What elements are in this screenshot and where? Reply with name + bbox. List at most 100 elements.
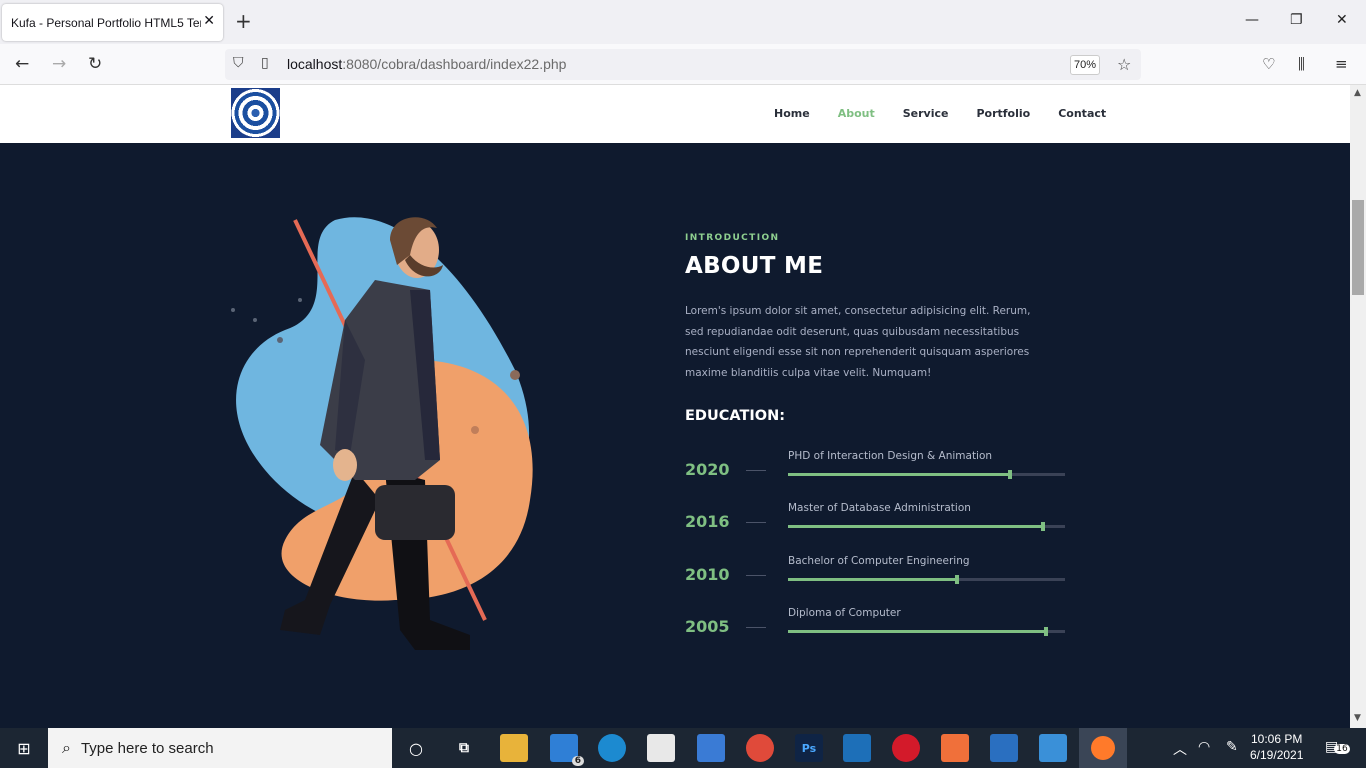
back-icon[interactable]: ←: [15, 55, 29, 73]
education-progress-track: [788, 575, 1065, 584]
education-progress-knob: [954, 575, 959, 584]
cortana-icon[interactable]: ○: [402, 734, 430, 762]
wifi-icon[interactable]: ◠: [1198, 739, 1210, 755]
education-progress-knob: [1040, 522, 1045, 531]
pocket-icon[interactable]: ♡: [1262, 55, 1275, 73]
scroll-thumb[interactable]: [1352, 200, 1364, 295]
particle: [510, 370, 520, 380]
browser-nav-bar: ← → ↻ ⛉ ▯ localhost:8080/cobra/dashboard…: [0, 44, 1366, 85]
man-hand: [333, 449, 357, 481]
education-progress-fill: [788, 473, 1010, 476]
particle: [231, 308, 235, 312]
menu-home[interactable]: Home: [774, 107, 810, 120]
education-progress-track: [788, 627, 1065, 636]
clock[interactable]: 10:06 PM 6/19/2021: [1250, 731, 1303, 763]
education-dash: [746, 522, 766, 523]
chrome-icon[interactable]: [746, 734, 774, 762]
about-description: Lorem's ipsum dolor sit amet, consectetu…: [685, 305, 1031, 379]
scroll-up-icon[interactable]: ▲: [1354, 88, 1361, 98]
store-icon[interactable]: [647, 734, 675, 762]
page-icon[interactable]: ▯: [261, 55, 269, 71]
shield-icon[interactable]: ⛉: [233, 55, 244, 71]
logo[interactable]: [231, 88, 280, 138]
scroll-down-icon[interactable]: ▼: [1354, 713, 1361, 723]
education-item: 2016 Master of Database Administration: [685, 502, 1065, 542]
restore-icon[interactable]: ❐: [1290, 12, 1303, 28]
menu-about[interactable]: About: [838, 107, 875, 120]
photoshop-icon[interactable]: Ps: [795, 734, 823, 762]
education-progress-fill: [788, 578, 957, 581]
app-icon[interactable]: [697, 734, 725, 762]
browser-tab-bar: Kufa - Personal Portfolio HTML5 Template…: [0, 0, 1366, 44]
bookmark-star-icon[interactable]: ☆: [1117, 55, 1131, 74]
windows-start-icon[interactable]: ⊞: [0, 728, 48, 768]
education-dash: [746, 575, 766, 576]
page-scrollbar[interactable]: ▲ ▼: [1350, 85, 1366, 728]
vscode-icon[interactable]: [843, 734, 871, 762]
taskbar-search[interactable]: ⌕ Type here to search: [48, 728, 392, 768]
education-progress-fill: [788, 630, 1046, 633]
notification-count: 16: [1334, 744, 1350, 754]
zoom-level[interactable]: 70%: [1070, 55, 1100, 75]
close-window-icon[interactable]: ✕: [1336, 12, 1348, 28]
education-dash: [746, 470, 766, 471]
education-item: 2010 Bachelor of Computer Engineering: [685, 555, 1065, 595]
library-icon[interactable]: ⫼: [1298, 55, 1305, 73]
forward-icon[interactable]: →: [52, 55, 66, 73]
file-explorer-icon[interactable]: [500, 734, 528, 762]
education-degree: Master of Database Administration: [788, 502, 971, 514]
reload-icon[interactable]: ↻: [88, 55, 102, 73]
particle: [471, 426, 479, 434]
search-icon: ⌕: [62, 738, 71, 757]
minimize-icon[interactable]: —: [1245, 12, 1259, 28]
briefcase: [375, 485, 455, 540]
pen-icon[interactable]: ✎: [1226, 739, 1238, 755]
education-year: 2005: [685, 617, 730, 636]
education-degree: PHD of Interaction Design & Animation: [788, 450, 993, 462]
education-degree: Bachelor of Computer Engineering: [788, 555, 970, 567]
windows-taskbar: ⊞ ⌕ Type here to search ○ ⧉ 6 Ps ︿ ◠ ✎ 1…: [0, 728, 1366, 768]
education-item: 2005 Diploma of Computer: [685, 607, 1065, 647]
video-editor-icon[interactable]: [990, 734, 1018, 762]
browser-tab[interactable]: Kufa - Personal Portfolio HTML5 Template…: [2, 4, 223, 41]
particle: [253, 318, 257, 322]
education-year: 2010: [685, 565, 730, 584]
menu-service[interactable]: Service: [903, 107, 949, 120]
education-progress-knob: [1007, 470, 1012, 479]
clock-time: 10:06 PM: [1251, 732, 1303, 746]
tray-chevron-icon[interactable]: ︿: [1173, 739, 1187, 759]
education-year: 2016: [685, 512, 730, 531]
walking-man-illustration: [231, 217, 533, 650]
menu-icon[interactable]: ≡: [1335, 55, 1348, 73]
url-bar[interactable]: ⛉ ▯ localhost:8080/cobra/dashboard/index…: [225, 49, 1141, 80]
url-text[interactable]: localhost:8080/cobra/dashboard/index22.p…: [287, 56, 566, 72]
education-progress-fill: [788, 525, 1043, 528]
close-tab-icon[interactable]: ✕: [203, 13, 215, 29]
site-header: Home About Service Portfolio Contact: [0, 85, 1350, 143]
education-degree: Diploma of Computer: [788, 607, 901, 619]
menu-contact[interactable]: Contact: [1058, 107, 1106, 120]
education-progress-track: [788, 522, 1065, 531]
main-menu: Home About Service Portfolio Contact: [774, 107, 1134, 120]
firefox-taskbar-button[interactable]: [1079, 728, 1127, 768]
page-viewport: Home About Service Portfolio Contact INT…: [0, 85, 1350, 728]
mail-badge: 6: [571, 756, 584, 766]
clock-date: 6/19/2021: [1250, 748, 1304, 762]
mail-icon[interactable]: 6: [550, 734, 584, 766]
notification-icon[interactable]: ▤16: [1325, 739, 1350, 755]
search-placeholder: Type here to search: [80, 739, 214, 757]
xampp-icon[interactable]: [941, 734, 969, 762]
menu-portfolio[interactable]: Portfolio: [976, 107, 1030, 120]
education-dash: [746, 627, 766, 628]
photos-icon[interactable]: [1039, 734, 1067, 762]
new-tab-icon[interactable]: +: [235, 10, 252, 32]
education-progress-track: [788, 470, 1065, 479]
firefox-icon: [1091, 736, 1115, 760]
opera-icon[interactable]: [892, 734, 920, 762]
education-year: 2020: [685, 460, 730, 479]
task-view-icon[interactable]: ⧉: [450, 734, 478, 762]
education-progress-knob: [1043, 627, 1048, 636]
tab-title: Kufa - Personal Portfolio HTML5 Template: [11, 15, 201, 30]
edge-icon[interactable]: [598, 734, 626, 762]
particle: [298, 298, 302, 302]
